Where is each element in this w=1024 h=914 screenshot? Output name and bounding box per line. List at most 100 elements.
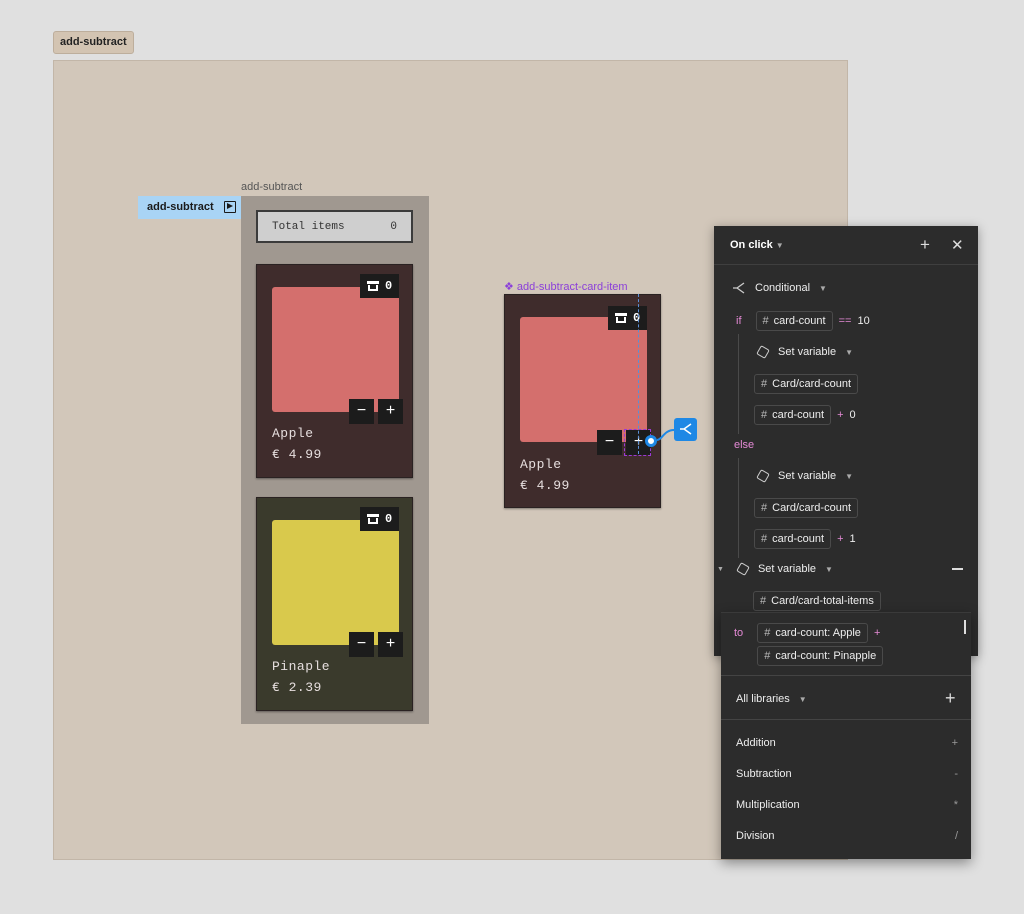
operator: == — [838, 315, 852, 327]
play-icon[interactable] — [224, 201, 236, 213]
product-price: € 2.39 — [272, 680, 322, 695]
menu-item-label: Addition — [736, 737, 776, 749]
set-variable-row[interactable]: ▼ Set variable ▼ — [717, 562, 833, 576]
trigger-select[interactable]: On click ▼ — [730, 239, 784, 251]
hash-icon: # — [761, 409, 768, 421]
chevron-down-icon: ▼ — [845, 471, 854, 481]
increment-button[interactable]: + — [378, 632, 403, 657]
cart-count-value: 0 — [633, 311, 641, 325]
set-variable-row[interactable]: Set variable ▼ — [756, 345, 854, 359]
action-label: Set variable — [778, 470, 837, 482]
set-variable-row[interactable]: Set variable ▼ — [756, 469, 854, 483]
variable-pill[interactable]: # card-count: Apple — [757, 623, 868, 643]
if-row: if # card-count == 10 — [736, 311, 870, 331]
operator: + — [873, 627, 881, 639]
chevron-down-icon: ▼ — [819, 283, 827, 293]
target-row: # Card/card-total-items — [753, 591, 881, 611]
cart-count-value: 0 — [385, 279, 393, 293]
product-image — [272, 287, 399, 412]
operator: + — [837, 409, 844, 421]
increment-button[interactable]: + — [378, 399, 403, 424]
product-name: Apple — [520, 457, 562, 472]
cart-count-badge: 0 — [608, 306, 648, 330]
menu-item-label: Subtraction — [736, 768, 792, 780]
card-apple: 0 − + Apple € 4.99 — [256, 264, 413, 478]
total-items-value: 0 — [390, 220, 397, 233]
variable-name: card-count — [772, 409, 825, 421]
decrement-button[interactable]: − — [597, 430, 622, 455]
branch-icon[interactable] — [674, 418, 697, 441]
to-row: to # card-count: Apple + # card-count: P… — [734, 623, 884, 666]
cart-count-badge: 0 — [360, 507, 400, 531]
decrement-button[interactable]: − — [349, 632, 374, 657]
variable-name: Card/card-count — [772, 378, 851, 390]
close-icon[interactable]: ✕ — [951, 236, 964, 254]
store-icon — [367, 281, 379, 291]
product-price: € 4.99 — [272, 447, 322, 462]
expression-row: # card-count + 0 — [754, 405, 856, 425]
component-label[interactable]: ❖ add-subtract-card-item — [504, 280, 628, 293]
variable-pill[interactable]: # Card/card-count — [754, 498, 858, 518]
text-cursor — [964, 620, 966, 634]
frame-name-tag[interactable]: add-subtract — [53, 31, 134, 54]
variable-icon — [756, 345, 770, 359]
menu-item-label: Multiplication — [736, 799, 800, 811]
connection-handle[interactable] — [645, 435, 657, 447]
panel-header: On click ▼ + ✕ — [714, 226, 978, 265]
branch-line — [738, 334, 739, 434]
total-items-box: Total items 0 — [256, 210, 413, 243]
library-select[interactable]: All libraries ▼ — [736, 693, 807, 705]
connection-line — [656, 429, 675, 441]
section-label: add-subtract — [241, 181, 303, 193]
add-icon[interactable]: + — [945, 688, 956, 709]
expression-value: 1 — [849, 533, 856, 545]
menu-item-division[interactable]: Division / — [736, 830, 958, 842]
decrement-button[interactable]: − — [349, 399, 374, 424]
product-name: Apple — [272, 426, 314, 441]
variable-icon — [756, 469, 770, 483]
trigger-label: On click — [730, 239, 773, 251]
expression-row: # card-count + 1 — [754, 529, 856, 549]
interaction-panel: On click ▼ + ✕ Conditional ▼ if # card-co… — [714, 226, 978, 656]
variable-name: Card/card-count — [772, 502, 851, 514]
chevron-down-icon: ▼ — [845, 347, 854, 357]
conditional-row[interactable]: Conditional ▼ — [732, 282, 827, 294]
remove-icon[interactable] — [952, 568, 963, 570]
condition-value: 10 — [857, 315, 870, 327]
target-row: # Card/card-count — [754, 374, 858, 394]
library-label: All libraries — [736, 693, 790, 705]
variable-name: card-count: Pinapple — [775, 650, 877, 662]
product-image — [272, 520, 399, 645]
target-row: # Card/card-count — [754, 498, 858, 518]
product-image — [520, 317, 647, 442]
variable-name: card-count — [773, 315, 826, 327]
store-icon — [367, 514, 379, 524]
menu-item-label: Division — [736, 830, 775, 842]
variable-pill[interactable]: # Card/card-total-items — [753, 591, 881, 611]
expression-value: 0 — [849, 409, 856, 421]
variable-name: card-count: Apple — [775, 627, 861, 639]
variable-pill[interactable]: # card-count: Pinapple — [757, 646, 884, 666]
hash-icon: # — [764, 650, 771, 662]
variable-pill[interactable]: # card-count — [754, 405, 832, 425]
product-name: Pinaple — [272, 659, 331, 674]
add-icon[interactable]: + — [920, 235, 930, 255]
hash-icon: # — [761, 502, 768, 514]
variable-pill[interactable]: # Card/card-count — [754, 374, 858, 394]
variable-pill[interactable]: # card-count — [754, 529, 832, 549]
collapse-icon[interactable]: ▼ — [717, 566, 724, 573]
divider — [721, 719, 971, 720]
hash-icon: # — [761, 378, 768, 390]
cart-count-value: 0 — [385, 512, 393, 526]
chevron-down-icon: ▼ — [825, 564, 833, 574]
variable-pill[interactable]: # card-count — [755, 311, 833, 331]
menu-item-subtraction[interactable]: Subtraction - — [736, 768, 958, 780]
conditional-label: Conditional — [755, 282, 811, 294]
prototype-badge-label: add-subtract — [147, 201, 214, 213]
operator-symbol: / — [954, 830, 958, 842]
chevron-down-icon: ▼ — [798, 694, 807, 704]
divider — [721, 675, 971, 676]
prototype-start-badge[interactable]: add-subtract — [138, 196, 241, 219]
menu-item-multiplication[interactable]: Multiplication * — [736, 799, 958, 811]
menu-item-addition[interactable]: Addition + — [736, 737, 958, 749]
